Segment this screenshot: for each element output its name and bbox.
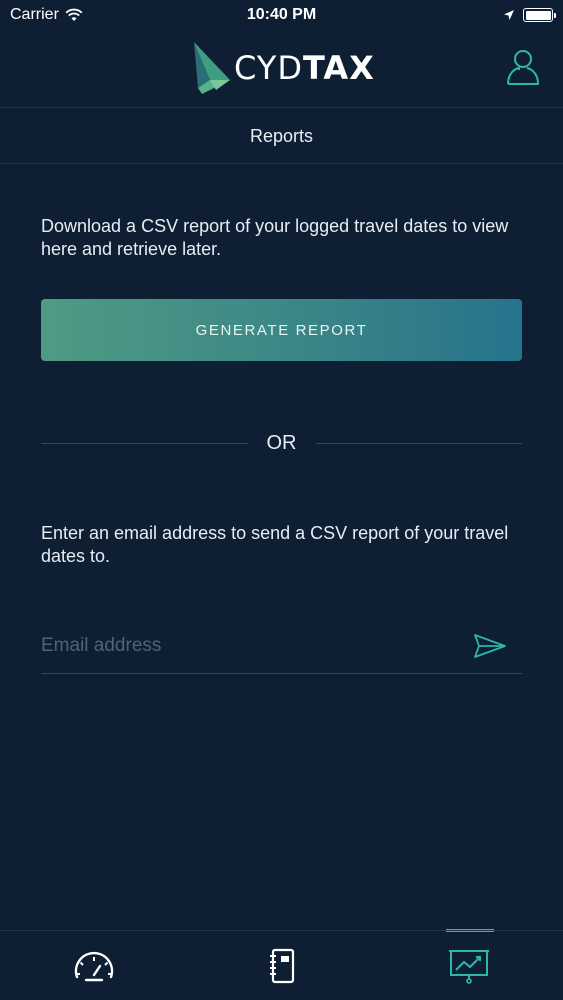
battery-icon <box>523 8 556 22</box>
logo-mark-icon <box>194 42 230 94</box>
cydtax-logo: CYDTAX <box>190 40 375 96</box>
divider-line-left <box>41 442 248 444</box>
or-divider: OR <box>41 428 522 458</box>
send-button[interactable] <box>470 626 510 666</box>
email-row <box>41 618 522 674</box>
email-input[interactable] <box>41 625 470 666</box>
speedometer-icon <box>74 951 114 981</box>
status-bar: Carrier 10:40 PM <box>0 0 563 30</box>
location-arrow-icon <box>504 10 514 20</box>
user-icon <box>507 50 539 85</box>
wifi-icon <box>65 8 83 21</box>
battery-fill <box>525 10 551 20</box>
logo-text-thin: CYD <box>234 49 303 87</box>
page-title-bar: Reports <box>0 109 563 164</box>
tab-dashboard[interactable] <box>0 931 188 1000</box>
carrier-label: Carrier <box>10 6 59 23</box>
email-description: Enter an email address to send a CSV rep… <box>41 523 509 566</box>
generate-report-button[interactable]: GENERATE REPORT <box>41 299 522 361</box>
status-left: Carrier <box>10 6 83 24</box>
tab-logbook[interactable] <box>188 931 376 1000</box>
send-icon <box>474 633 506 658</box>
notebook-icon <box>269 948 294 983</box>
download-description: Download a CSV report of your logged tra… <box>41 216 509 259</box>
tab-reports[interactable] <box>375 931 563 1000</box>
or-label: OR <box>266 431 297 454</box>
logo-text-bold: TAX <box>302 49 375 87</box>
divider-line-right <box>315 442 522 444</box>
status-time: 10:40 PM <box>246 6 317 23</box>
status-right <box>503 8 556 22</box>
logo-text: CYDTAX <box>234 49 375 87</box>
reports-chart-icon <box>449 949 490 984</box>
tab-bar <box>0 930 563 1000</box>
profile-button[interactable] <box>505 48 541 86</box>
app-header: CYDTAX <box>0 30 563 108</box>
page-title: Reports <box>249 125 314 146</box>
